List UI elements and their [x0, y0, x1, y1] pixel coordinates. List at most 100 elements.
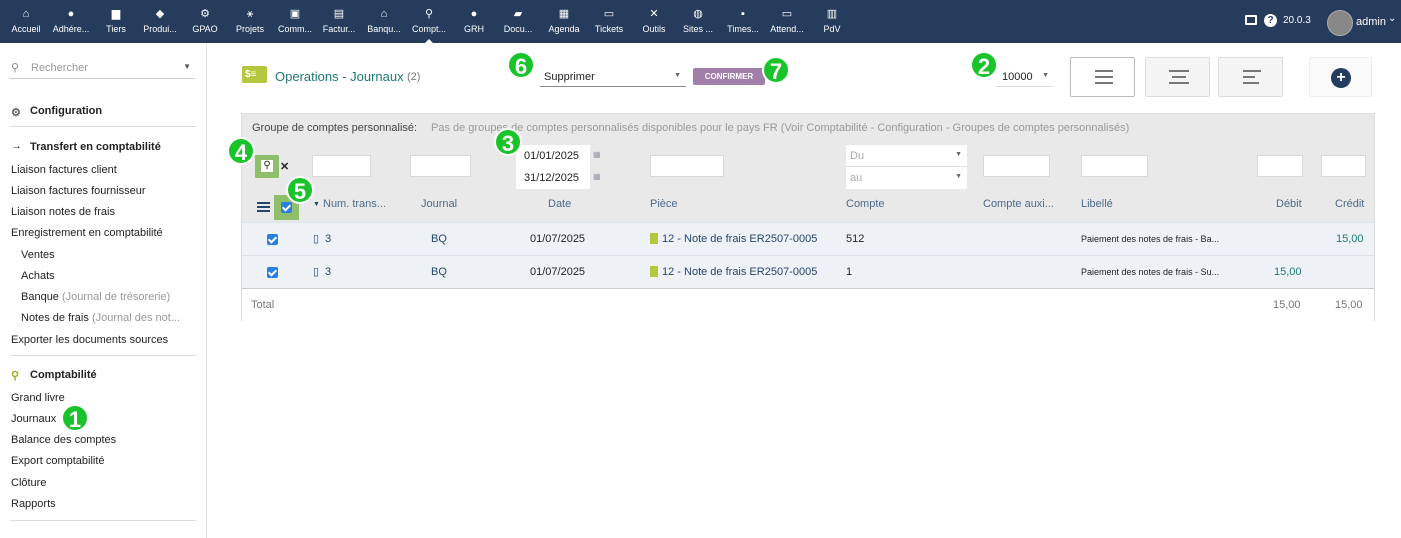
topmenu-gpao[interactable]: ⚙ GPAO [181, 8, 229, 40]
total-row: Total 15,00 15,00 [242, 288, 1374, 321]
topmenu-banqu[interactable]: ⌂ Banqu... [360, 8, 408, 40]
sidebar-item-ventes[interactable]: Ventes [21, 249, 55, 261]
new-entry-button[interactable]: + [1309, 57, 1372, 97]
filter-credit-input[interactable] [1321, 155, 1366, 177]
sidebar-item-liaison-ndf[interactable]: Liaison notes de frais [11, 206, 115, 218]
sidebar-item-grand-livre[interactable]: Grand livre [11, 392, 65, 404]
avatar[interactable] [1327, 10, 1353, 36]
topmenu-agenda[interactable]: ▦ Agenda [540, 8, 588, 40]
filter-compte-du[interactable]: Du ▼ [846, 145, 967, 167]
left-sidebar: ⚲ Rechercher ▼ ⚙ Configuration → Transfe… [0, 43, 207, 538]
topmenu-produi[interactable]: ◆ Produi... [136, 8, 184, 40]
search-input[interactable]: Rechercher [31, 62, 88, 74]
filter-compte-au[interactable]: au ▼ [846, 167, 967, 189]
filter-aux-input[interactable] [983, 155, 1050, 177]
sidebar-item-cloture[interactable]: Clôture [11, 477, 46, 489]
calendar-icon[interactable]: ▦ [593, 150, 601, 159]
row-num[interactable]: 3 [325, 233, 331, 245]
topmenu-label: Accueil [11, 24, 41, 34]
row-checkbox[interactable] [267, 234, 278, 245]
sidebar-item-ndf[interactable]: Notes de frais (Journal des not... [21, 312, 180, 324]
filter-date-from[interactable]: 01/01/2025 [516, 145, 590, 167]
topmenu-tiers[interactable]: ▆ Tiers [92, 8, 140, 40]
col-date[interactable]: Date [548, 198, 571, 210]
col-num[interactable]: Num. trans... [323, 198, 386, 210]
sidebar-compta[interactable]: Comptabilité [30, 369, 97, 381]
sidebar-item-liaison-client[interactable]: Liaison factures client [11, 164, 117, 176]
sidebar-item-journaux[interactable]: Journaux [11, 413, 56, 425]
topmenu-grh[interactable]: ● GRH [450, 8, 498, 40]
user-name[interactable]: admin [1356, 16, 1386, 28]
row-piece[interactable]: 12 - Note de frais ER2507-0005 [662, 233, 817, 245]
mass-action-value: Supprimer [544, 71, 595, 83]
sidebar-item-export-compta[interactable]: Export comptabilité [11, 455, 105, 467]
divider [10, 520, 196, 521]
col-debit[interactable]: Débit [1276, 198, 1302, 210]
journal-icon: $≡ [242, 66, 267, 83]
help-icon[interactable]: ? [1264, 14, 1277, 27]
col-journal[interactable]: Journal [421, 198, 457, 210]
topmenu-docu[interactable]: ▰ Docu... [494, 8, 542, 40]
subledger-view-button[interactable] [1218, 57, 1283, 97]
topmenu-pdv[interactable]: ▥ PdV [808, 8, 856, 40]
col-credit[interactable]: Crédit [1335, 198, 1364, 210]
search-button[interactable]: ⚲ [255, 155, 279, 178]
filter-debit-input[interactable] [1257, 155, 1303, 177]
clear-filter-icon[interactable]: ✕ [280, 160, 289, 173]
mass-action-select[interactable]: Supprimer ▼ [540, 67, 686, 87]
sidebar-transfer[interactable]: Transfert en comptabilité [30, 141, 161, 153]
filter-piece-input[interactable] [650, 155, 724, 177]
sidebar-item-balance[interactable]: Balance des comptes [11, 434, 116, 446]
list-view-button[interactable] [1070, 57, 1135, 97]
sidebar-item-banque[interactable]: Banque (Journal de trésorerie) [21, 291, 170, 303]
table-row[interactable]: ▯ 3 BQ 01/07/2025 12 - Note de frais ER2… [242, 222, 1374, 255]
row-piece[interactable]: 12 - Note de frais ER2507-0005 [662, 266, 817, 278]
sidebar-item-achats[interactable]: Achats [21, 270, 55, 282]
select-all-checkbox[interactable] [281, 202, 292, 213]
date-from-value: 01/01/2025 [524, 150, 580, 162]
sidebar-item-export-docs[interactable]: Exporter les documents sources [11, 334, 168, 346]
row-checkbox[interactable] [267, 267, 278, 278]
file-icon: ▯ [313, 266, 320, 278]
confirm-button[interactable]: CONFIRMER [693, 68, 765, 85]
topmenu-adhére[interactable]: ● Adhére... [47, 8, 95, 40]
topmenu-comm[interactable]: ▣ Comm... [271, 8, 319, 40]
filter-journal-input[interactable] [410, 155, 471, 177]
sidebar-item-enregistrement[interactable]: Enregistrement en comptabilité [11, 227, 163, 239]
col-compte[interactable]: Compte [846, 198, 885, 210]
table-row[interactable]: ▯ 3 BQ 01/07/2025 12 - Note de frais ER2… [242, 255, 1374, 288]
limit-select[interactable]: 10000 ▼ [996, 67, 1053, 87]
topmenu-tickets[interactable]: ▭ Tickets [585, 8, 633, 40]
topmenu-projets[interactable]: ⚹ Projets [226, 8, 274, 40]
filter-libelle-input[interactable] [1081, 155, 1148, 177]
topmenu-accueil[interactable]: ⌂ Accueil [2, 8, 50, 40]
calendar-icon[interactable]: ▦ [593, 172, 601, 181]
filter-num-input[interactable] [312, 155, 371, 177]
col-aux[interactable]: Compte auxi... [983, 198, 1054, 210]
topmenu-times[interactable]: ▪ Times... [719, 8, 767, 40]
sidebar-config[interactable]: Configuration [30, 105, 102, 117]
col-libelle[interactable]: Libellé [1081, 198, 1113, 210]
topmenu-compt[interactable]: ⚲ Compt... [405, 8, 453, 43]
cogs-icon: ⚙ [200, 8, 210, 20]
topmenu-outils[interactable]: ✕ Outils [630, 8, 678, 40]
search-box[interactable]: ⚲ Rechercher ▼ [10, 59, 195, 79]
sidebar-item-rapports[interactable]: Rapports [11, 498, 56, 510]
row-num[interactable]: 3 [325, 266, 331, 278]
col-piece[interactable]: Pièce [650, 198, 678, 210]
grouped-view-button[interactable] [1145, 57, 1210, 97]
row-credit: 15,00 [1336, 233, 1364, 245]
topmenu-attend[interactable]: ▭ Attend... [763, 8, 811, 40]
topmenu-sites[interactable]: ◍ Sites ... [674, 8, 722, 40]
topmenu-factur[interactable]: ▤ Factur... [315, 8, 363, 40]
total-credit: 15,00 [1335, 299, 1363, 311]
print-icon[interactable] [1245, 15, 1257, 25]
sidebar-item-liaison-fournisseur[interactable]: Liaison factures fournisseur [11, 185, 146, 197]
list-options-icon[interactable] [257, 202, 270, 212]
expense-icon [650, 233, 658, 244]
topmenu-label: Comm... [277, 24, 312, 34]
sort-desc-icon[interactable]: ▼ [313, 201, 320, 208]
divider [10, 355, 196, 356]
topmenu-label: GPAO [192, 24, 218, 34]
filter-date-to[interactable]: 31/12/2025 [516, 167, 590, 189]
